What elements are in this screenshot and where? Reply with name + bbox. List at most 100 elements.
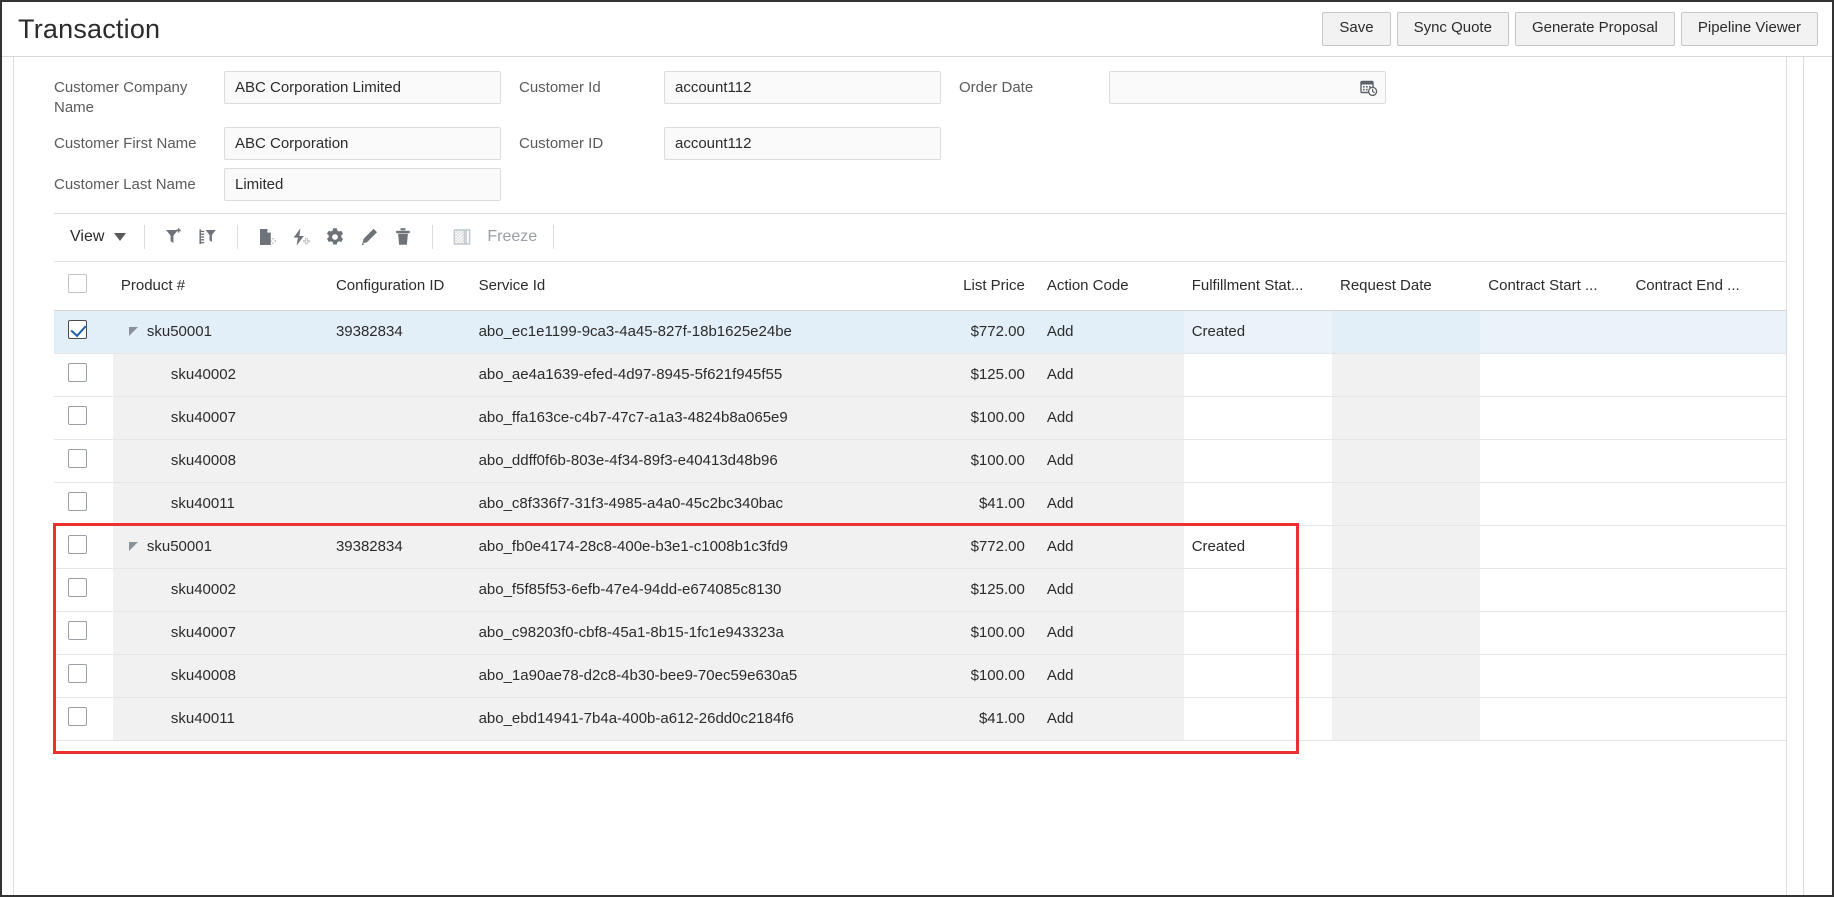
cell-list-price: $772.00 (892, 525, 1039, 568)
cell-list-price: $100.00 (892, 396, 1039, 439)
row-select-cell (54, 353, 113, 396)
col-contract-end[interactable]: Contract End ... (1627, 262, 1786, 311)
document-add-icon[interactable] (250, 222, 284, 252)
freeze-icon (445, 222, 479, 252)
cell-fulfillment-status (1184, 353, 1332, 396)
cell-action-code: Add (1039, 654, 1184, 697)
row-select-checkbox[interactable] (68, 664, 87, 683)
col-configuration-id[interactable]: Configuration ID (328, 262, 471, 311)
cell-contract-start (1480, 525, 1627, 568)
cell-product: sku50001 (113, 310, 328, 353)
cell-contract-start (1480, 611, 1627, 654)
table-row[interactable]: sku40008abo_ddff0f6b-803e-4f34-89f3-e404… (54, 439, 1786, 482)
cell-service-id: abo_ffa163ce-c4b7-47c7-a1a3-4824b8a065e9 (471, 396, 892, 439)
cell-fulfillment-status (1184, 697, 1332, 740)
cell-fulfillment-status: Created (1184, 310, 1332, 353)
cell-fulfillment-status (1184, 611, 1332, 654)
customer-id-2-input[interactable]: account112 (664, 127, 941, 160)
cell-product: sku40011 (113, 697, 328, 740)
product-number-value: sku40007 (171, 409, 236, 426)
form-spacer-f (1109, 168, 1394, 169)
select-all-checkbox[interactable] (68, 274, 87, 293)
row-select-checkbox[interactable] (68, 535, 87, 554)
row-select-checkbox[interactable] (68, 578, 87, 597)
cell-request-date (1332, 439, 1480, 482)
table-row[interactable]: sku40002abo_ae4a1639-efed-4d97-8945-5f62… (54, 353, 1786, 396)
row-select-checkbox[interactable] (68, 363, 87, 382)
col-request-date[interactable]: Request Date (1332, 262, 1480, 311)
col-product[interactable]: Product # (113, 262, 328, 311)
cell-contract-start (1480, 568, 1627, 611)
cell-contract-end (1627, 482, 1786, 525)
cell-service-id: abo_1a90ae78-d2c8-4b30-bee9-70ec59e630a5 (471, 654, 892, 697)
label-order-date: Order Date (959, 71, 1109, 98)
select-all-header (54, 262, 113, 311)
col-contract-start[interactable]: Contract Start ... (1480, 262, 1627, 311)
cell-request-date (1332, 568, 1480, 611)
customer-form: Customer Company Name ABC Corporation Li… (28, 57, 1786, 207)
row-select-checkbox[interactable] (68, 449, 87, 468)
table-row[interactable]: sku40002abo_f5f85f53-6efb-47e4-94dd-e674… (54, 568, 1786, 611)
cell-configuration-id (328, 654, 471, 697)
table-row[interactable]: sku40008 abo_1a90ae78-d2c8-4b30-bee9-70ec… (54, 654, 1786, 697)
customer-first-name-input[interactable]: ABC Corporation (224, 127, 501, 160)
row-select-cell (54, 396, 113, 439)
row-select-checkbox[interactable] (68, 492, 87, 511)
table-row[interactable]: sku5000139382834abo_ec1e1199-9ca3-4a45-8… (54, 310, 1786, 353)
cell-configuration-id (328, 611, 471, 654)
cell-action-code: Add (1039, 525, 1184, 568)
cell-contract-end (1627, 353, 1786, 396)
cell-contract-start (1480, 353, 1627, 396)
pipeline-viewer-button[interactable]: Pipeline Viewer (1681, 12, 1818, 46)
freeze-label: Freeze (487, 228, 537, 246)
calendar-clock-icon[interactable] (1360, 79, 1378, 97)
row-select-checkbox[interactable] (68, 406, 87, 425)
trash-icon[interactable] (386, 222, 420, 252)
col-service-id[interactable]: Service Id (471, 262, 892, 311)
cell-product: sku40008 (113, 654, 328, 697)
gear-icon[interactable] (318, 222, 352, 252)
cell-contract-start (1480, 439, 1627, 482)
cell-product: sku40007 (113, 396, 328, 439)
table-row[interactable]: sku40011abo_ebd14941-7b4a-400b-a612-26dd… (54, 697, 1786, 740)
toolbar-divider-4 (553, 225, 554, 249)
cell-service-id: abo_ddff0f6b-803e-4f34-89f3-e40413d48b96 (471, 439, 892, 482)
customer-company-name-input[interactable]: ABC Corporation Limited (224, 71, 501, 104)
label-customer-company-name: Customer Company Name (54, 71, 224, 119)
cell-contract-end (1627, 396, 1786, 439)
pencil-icon[interactable] (352, 222, 386, 252)
table-row[interactable]: sku40007 abo_ffa163ce-c4b7-47c7-a1a3-4824… (54, 396, 1786, 439)
products-grid: Product # Configuration ID Service Id Li… (54, 262, 1786, 741)
view-menu-label: View (70, 228, 104, 246)
row-select-checkbox[interactable] (68, 320, 87, 339)
page-body: Customer Company Name ABC Corporation Li… (2, 57, 1832, 895)
row-select-cell (54, 654, 113, 697)
cell-request-date (1332, 611, 1480, 654)
quick-add-icon[interactable] (284, 222, 318, 252)
freeze-button[interactable]: Freeze (445, 222, 541, 252)
cell-contract-start (1480, 654, 1627, 697)
customer-id-input[interactable]: account112 (664, 71, 941, 104)
cell-fulfillment-status (1184, 654, 1332, 697)
expand-collapse-triangle-icon[interactable] (129, 542, 138, 551)
table-row[interactable]: sku5000139382834abo_fb0e4174-28c8-400e-b… (54, 525, 1786, 568)
sync-quote-button[interactable]: Sync Quote (1397, 12, 1509, 46)
customer-last-name-input[interactable]: Limited (224, 168, 501, 201)
order-date-input[interactable] (1109, 71, 1386, 104)
add-filter-icon[interactable] (157, 222, 191, 252)
col-action-code[interactable]: Action Code (1039, 262, 1184, 311)
view-menu-button[interactable]: View (68, 225, 132, 249)
col-list-price[interactable]: List Price (892, 262, 1039, 311)
row-select-checkbox[interactable] (68, 621, 87, 640)
col-fulfillment-status[interactable]: Fulfillment Stat... (1184, 262, 1332, 311)
row-select-checkbox[interactable] (68, 707, 87, 726)
save-button[interactable]: Save (1322, 12, 1390, 46)
table-row[interactable]: sku40011abo_c8f336f7-31f3-4985-a4a0-45c2… (54, 482, 1786, 525)
cell-contract-end (1627, 525, 1786, 568)
expand-collapse-triangle-icon[interactable] (129, 327, 138, 336)
filter-list-icon[interactable] (191, 222, 225, 252)
table-row[interactable]: sku40007abo_c98203f0-cbf8-45a1-8b15-1fc1… (54, 611, 1786, 654)
product-number-value: sku40002 (171, 581, 236, 598)
generate-proposal-button[interactable]: Generate Proposal (1515, 12, 1675, 46)
cell-configuration-id (328, 439, 471, 482)
